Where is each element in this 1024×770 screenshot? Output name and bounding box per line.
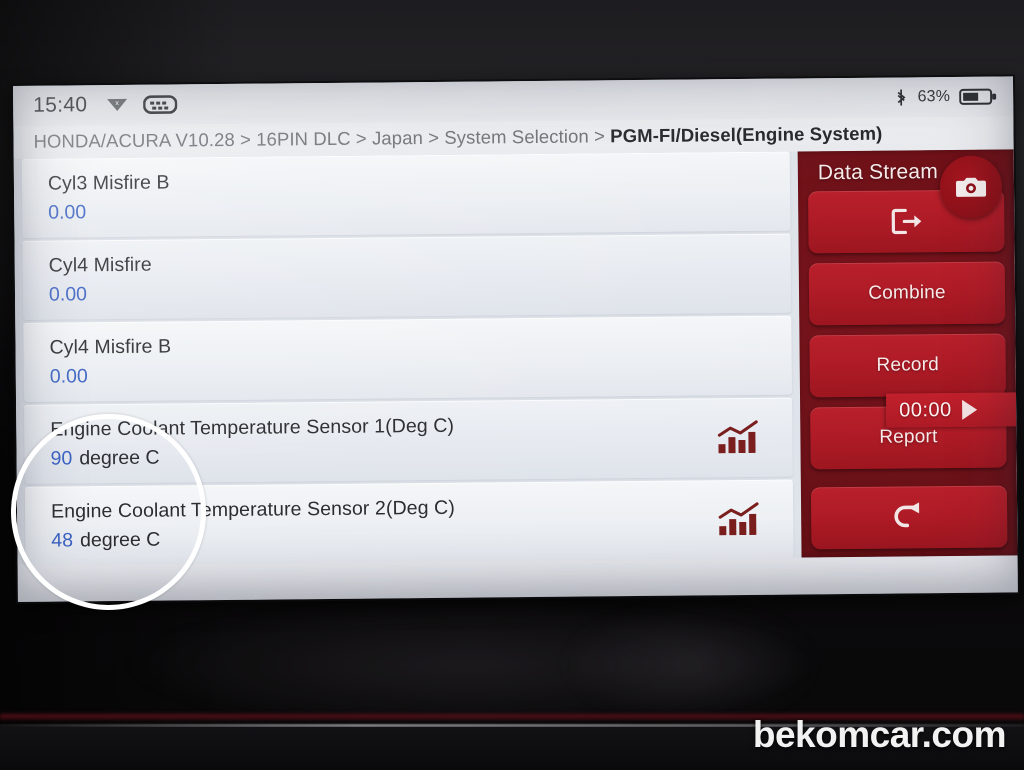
row-parameter-name: Cyl4 Misfire B xyxy=(49,335,172,359)
row-chart-slot[interactable] xyxy=(711,501,767,538)
row-value: 0.00 xyxy=(48,201,87,224)
status-bar-left-icons: x xyxy=(105,94,178,115)
row-content: Cyl3 Misfire B 0.00 xyxy=(48,164,708,225)
row-parameter-name: Cyl4 Misfire xyxy=(48,253,152,277)
screenshot-button[interactable] xyxy=(939,155,1003,219)
watermark: bekomcar.com xyxy=(752,714,1007,755)
play-icon[interactable] xyxy=(961,399,977,420)
bar-chart-icon[interactable] xyxy=(716,419,760,455)
battery-icon xyxy=(959,87,997,107)
row-value: 0.00 xyxy=(49,365,88,388)
bar-chart-icon[interactable] xyxy=(717,501,761,537)
svg-text:x: x xyxy=(115,100,119,107)
status-bar-time: 15:40 xyxy=(33,93,88,117)
row-chart-slot xyxy=(709,273,765,274)
combine-button[interactable]: Combine xyxy=(808,261,1006,326)
row-content: Cyl4 Misfire 0.00 xyxy=(49,246,709,307)
back-button[interactable] xyxy=(810,485,1008,550)
side-control-panel: Data Stream Combine Record 00:00 Report xyxy=(797,149,1018,558)
table-row[interactable]: Cyl3 Misfire B 0.00 xyxy=(21,151,791,238)
row-chart-slot xyxy=(710,355,766,356)
row-content: Cyl4 Misfire B 0.00 xyxy=(49,328,709,389)
camera-icon xyxy=(955,174,987,200)
row-value-line: 0.00 xyxy=(50,357,710,389)
exit-icon xyxy=(889,206,923,236)
breadcrumb-path: HONDA/ACURA V10.28 > 16PIN DLC > Japan >… xyxy=(33,125,611,152)
record-button[interactable]: Record xyxy=(809,333,1007,398)
highlight-circle xyxy=(11,414,206,610)
row-value: 0.00 xyxy=(48,283,88,306)
cast-off-icon: x xyxy=(105,96,129,114)
timer-text: 00:00 xyxy=(899,398,952,422)
record-timer-badge[interactable]: 00:00 xyxy=(885,392,1017,428)
row-value-line: 0.00 xyxy=(49,275,709,307)
breadcrumb-current: PGM-FI/Diesel(Engine System) xyxy=(610,122,883,147)
background-glow-secondary xyxy=(560,604,820,724)
battery-percent-label: 63% xyxy=(917,88,951,106)
obd-connector-icon xyxy=(143,94,178,114)
bluetooth-icon xyxy=(894,87,908,107)
table-row[interactable]: Cyl4 Misfire 0.00 xyxy=(22,233,792,320)
back-arrow-icon xyxy=(887,501,931,533)
table-row[interactable]: Cyl4 Misfire B 0.00 xyxy=(23,315,792,402)
row-chart-slot[interactable] xyxy=(710,419,766,456)
row-parameter-name: Cyl3 Misfire B xyxy=(47,171,170,195)
status-bar-right-icons: 63% xyxy=(894,87,997,108)
row-value-line: 0.00 xyxy=(48,193,708,225)
row-chart-slot xyxy=(708,191,764,192)
